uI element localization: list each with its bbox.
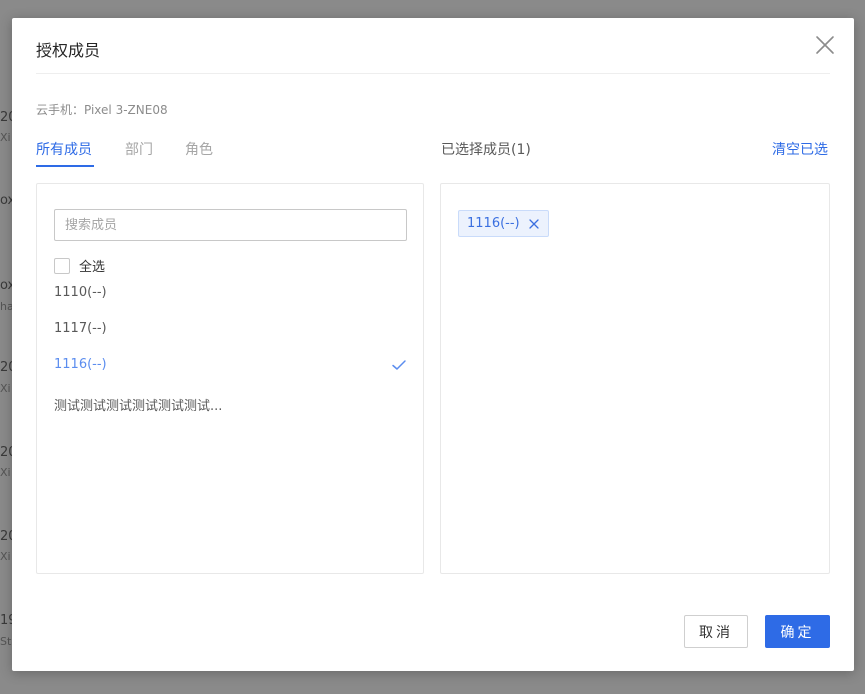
search-members-input[interactable] — [54, 209, 407, 241]
authorize-members-dialog: 授权成员 云手机：Pixel 3-ZNE08 所有成员 部门 角色 已选择成员(… — [12, 18, 854, 671]
member-item[interactable]: 测试测试测试测试测试测试... — [54, 395, 407, 414]
selected-member-tag: 1116(--) — [458, 210, 549, 237]
confirm-button[interactable]: 确定 — [765, 615, 830, 648]
member-label: 1110(--) — [54, 285, 107, 300]
member-item-selected[interactable]: 1116(--) — [54, 357, 407, 372]
member-list-panel: 全选 1110(--) 1117(--) 1116(--) 测试测试测试测试测试… — [36, 183, 424, 574]
member-item[interactable]: 1117(--) — [54, 321, 407, 336]
tab-departments[interactable]: 部门 — [125, 139, 153, 159]
clear-selected-link[interactable]: 清空已选 — [772, 139, 828, 159]
title-divider — [36, 73, 830, 74]
member-label: 1116(--) — [54, 357, 107, 372]
tag-label: 1116(--) — [467, 216, 520, 231]
device-label: 云手机：Pixel 3-ZNE08 — [36, 103, 168, 117]
member-label: 测试测试测试测试测试测试... — [54, 399, 223, 414]
remove-tag-icon[interactable] — [528, 218, 540, 230]
checkmark-icon — [392, 360, 406, 370]
dialog-title: 授权成员 — [36, 41, 101, 60]
member-label: 1117(--) — [54, 321, 107, 336]
selected-members-title: 已选择成员(1) — [441, 142, 531, 158]
member-item[interactable]: 1110(--) — [54, 285, 407, 300]
close-icon — [816, 36, 834, 54]
close-button[interactable] — [812, 32, 838, 58]
selected-members-panel: 1116(--) — [440, 183, 830, 574]
cancel-button[interactable]: 取消 — [684, 615, 748, 648]
select-all-checkbox[interactable]: 全选 — [54, 256, 105, 275]
select-all-label: 全选 — [79, 260, 106, 275]
checkbox-box — [54, 257, 70, 274]
tab-roles[interactable]: 角色 — [185, 139, 213, 159]
tab-all-members[interactable]: 所有成员 — [36, 139, 92, 159]
active-tab-indicator — [36, 165, 94, 167]
